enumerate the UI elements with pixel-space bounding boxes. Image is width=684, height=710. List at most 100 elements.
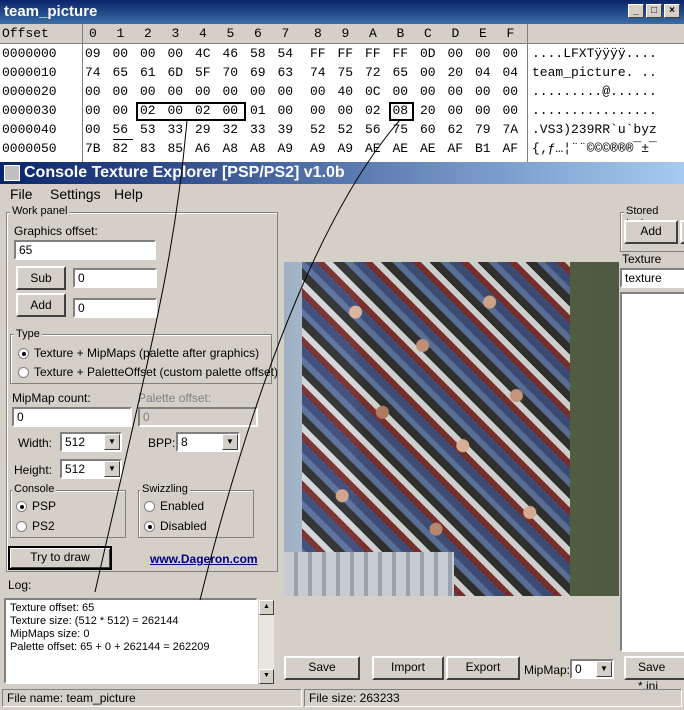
hex-byte[interactable]: 5F — [195, 65, 211, 80]
hex-byte[interactable]: A9 — [338, 141, 354, 156]
hex-byte[interactable]: AF — [448, 141, 464, 156]
hex-row[interactable]: 0000010 74 65 61 6D 5F 70 69 63 74 75 72 65 00 20 04 04 t… — [0, 65, 684, 84]
hex-byte[interactable]: 40 — [338, 84, 354, 99]
hex-byte[interactable]: 65 — [113, 65, 129, 80]
minimize-icon[interactable]: _ — [628, 4, 644, 18]
hex-byte[interactable]: 00 — [393, 84, 409, 99]
save-button[interactable]: Save — [284, 656, 360, 680]
sub-input[interactable]: 0 — [73, 268, 157, 288]
hex-byte[interactable]: 00 — [448, 84, 464, 99]
swizzling-enabled-radio[interactable]: Enabled — [144, 499, 204, 513]
hex-byte[interactable]: AF — [503, 141, 519, 156]
hex-byte[interactable]: 0D — [420, 46, 436, 61]
graphics-offset-input[interactable]: 65 — [14, 240, 156, 260]
hex-byte[interactable]: 56 — [113, 122, 129, 137]
hex-byte[interactable]: 02 — [365, 103, 381, 118]
menu-file[interactable]: File — [10, 186, 33, 202]
hex-byte[interactable]: 7B — [85, 141, 101, 156]
hex-row[interactable]: 0000050 7B 82 83 85 A6 A8 A8 A9 A9 A9 AE AE AE AF B1 AF {… — [0, 141, 684, 160]
chevron-down-icon[interactable]: ▼ — [104, 434, 120, 450]
close-icon[interactable]: × — [664, 4, 680, 18]
mipmap-count-input[interactable]: 0 — [12, 407, 132, 427]
log-textarea[interactable]: Texture offset: 65 Texture size: (512 * … — [4, 598, 258, 684]
hex-byte[interactable]: 00 — [85, 122, 101, 137]
hex-byte[interactable]: FF — [393, 46, 409, 61]
scroll-down-icon[interactable]: ▼ — [259, 669, 274, 684]
hex-byte[interactable]: 00 — [113, 103, 129, 118]
hex-byte[interactable]: 72 — [365, 65, 381, 80]
stored-extra-button[interactable] — [680, 220, 684, 244]
hex-byte[interactable]: 20 — [420, 103, 436, 118]
hex-byte[interactable]: 85 — [168, 141, 184, 156]
hex-byte[interactable]: 00 — [475, 46, 491, 61]
hex-byte[interactable]: 00 — [310, 103, 326, 118]
hex-byte[interactable]: 00 — [223, 84, 239, 99]
hex-byte[interactable]: 56 — [365, 122, 381, 137]
hex-byte[interactable]: FF — [365, 46, 381, 61]
maximize-icon[interactable]: □ — [646, 4, 662, 18]
hex-byte[interactable]: 75 — [338, 65, 354, 80]
hex-byte[interactable]: 39 — [278, 122, 294, 137]
hex-byte[interactable]: A8 — [250, 141, 266, 156]
hex-row[interactable]: 0000000 09 00 00 00 4C 46 58 54 FF FF FF FF 0D 00 00 00.… — [0, 46, 684, 65]
hex-byte[interactable]: 33 — [250, 122, 266, 137]
stored-add-button[interactable]: Add — [624, 220, 678, 244]
hex-byte[interactable]: 00 — [475, 103, 491, 118]
hex-byte[interactable]: 69 — [250, 65, 266, 80]
menu-help[interactable]: Help — [114, 186, 143, 202]
hex-byte[interactable]: 00 — [250, 84, 266, 99]
mipmap-select[interactable]: 0 ▼ — [570, 659, 614, 679]
hex-byte[interactable]: 00 — [140, 84, 156, 99]
hex-byte[interactable]: 83 — [140, 141, 156, 156]
hex-byte[interactable]: 29 — [195, 122, 211, 137]
hex-byte[interactable]: AE — [393, 141, 409, 156]
hex-byte[interactable]: A9 — [310, 141, 326, 156]
type-paletteoffset-radio[interactable]: Texture + PaletteOffset (custom palette … — [18, 365, 278, 379]
save-ini-button[interactable]: Save *.ini — [624, 656, 684, 693]
hex-row[interactable]: 0000020 00 00 00 00 00 00 00 00 00 40 0C 00 00 00 00 00.… — [0, 84, 684, 103]
hex-byte[interactable]: 65 — [393, 65, 409, 80]
hex-byte[interactable]: 74 — [310, 65, 326, 80]
hex-byte[interactable]: 04 — [475, 65, 491, 80]
hex-byte[interactable]: 00 — [420, 84, 436, 99]
bpp-select[interactable]: 8 ▼ — [176, 432, 240, 452]
hex-byte[interactable]: 04 — [503, 65, 519, 80]
hex-byte[interactable]: A8 — [223, 141, 239, 156]
hex-byte[interactable]: 58 — [250, 46, 266, 61]
dageron-link[interactable]: www.Dageron.com — [150, 552, 258, 566]
width-select[interactable]: 512 ▼ — [60, 432, 122, 452]
hex-byte[interactable]: AE — [365, 141, 381, 156]
hex-byte[interactable]: 63 — [278, 65, 294, 80]
hex-byte[interactable]: 79 — [475, 122, 491, 137]
import-button[interactable]: Import — [372, 656, 444, 680]
hex-byte[interactable]: 00 — [448, 103, 464, 118]
hex-byte[interactable]: FF — [310, 46, 326, 61]
hex-byte[interactable]: 00 — [140, 46, 156, 61]
height-select[interactable]: 512 ▼ — [60, 459, 122, 479]
hex-byte[interactable]: 00 — [85, 84, 101, 99]
hex-byte[interactable]: A9 — [278, 141, 294, 156]
hex-grid[interactable]: Offset 0 1 2 3 4 5 6 7 8 9 A B C D E F 0000000 09 00 00 00 4C… — [0, 24, 684, 162]
chevron-down-icon[interactable]: ▼ — [104, 461, 120, 477]
hex-byte[interactable]: 82 — [113, 141, 129, 156]
hex-byte[interactable]: 7A — [503, 122, 519, 137]
hex-byte[interactable]: 00 — [278, 84, 294, 99]
hex-byte[interactable]: 00 — [338, 103, 354, 118]
hex-byte[interactable]: 20 — [448, 65, 464, 80]
chevron-down-icon[interactable]: ▼ — [596, 661, 612, 677]
hex-byte[interactable]: 00 — [195, 84, 211, 99]
hex-byte[interactable]: B1 — [475, 141, 491, 156]
chevron-down-icon[interactable]: ▼ — [222, 434, 238, 450]
hex-byte[interactable]: FF — [338, 46, 354, 61]
type-mipmaps-radio[interactable]: Texture + MipMaps (palette after graphic… — [18, 346, 259, 360]
hex-byte[interactable]: 70 — [223, 65, 239, 80]
hex-byte[interactable]: 00 — [113, 46, 129, 61]
hex-byte[interactable]: 6D — [168, 65, 184, 80]
hex-byte[interactable]: 32 — [223, 122, 239, 137]
swizzling-disabled-radio[interactable]: Disabled — [144, 519, 207, 533]
hex-byte[interactable]: 00 — [113, 84, 129, 99]
hex-byte[interactable]: 61 — [140, 65, 156, 80]
stored-textures-list[interactable] — [620, 292, 684, 652]
hex-byte[interactable]: 00 — [503, 103, 519, 118]
hex-byte[interactable]: AE — [420, 141, 436, 156]
